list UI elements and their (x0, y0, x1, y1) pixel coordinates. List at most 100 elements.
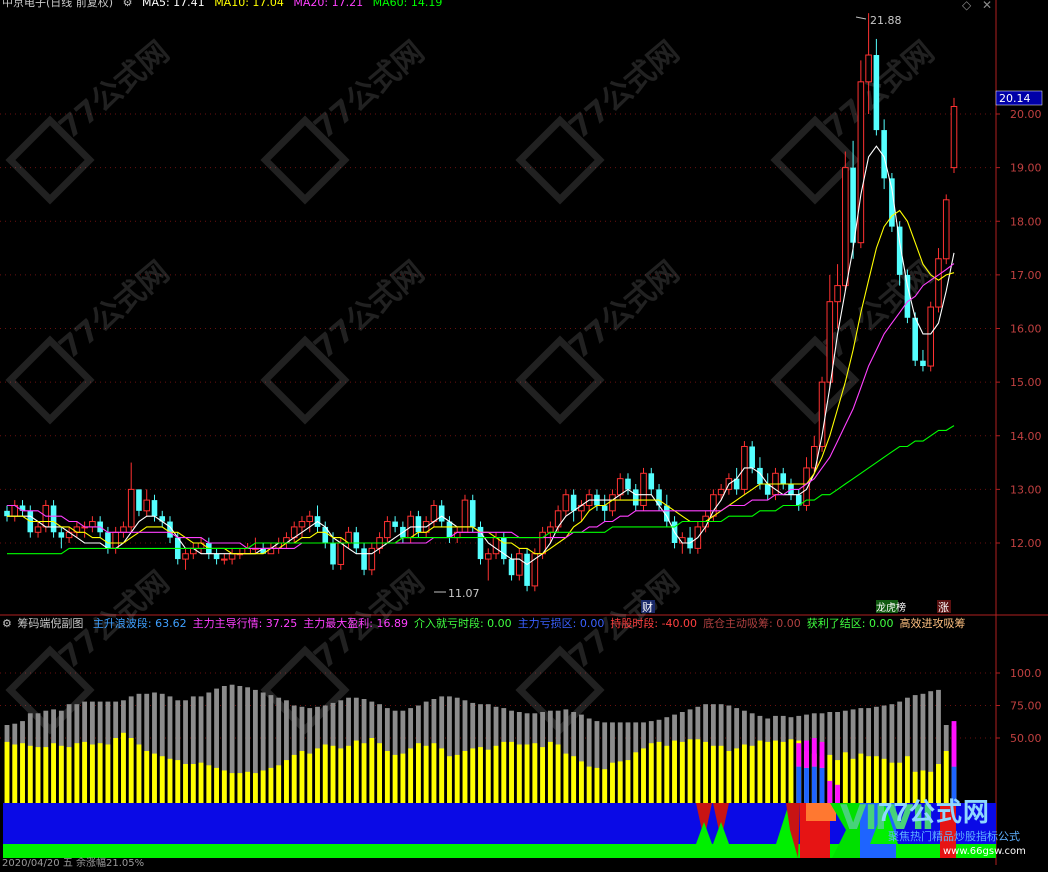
bar-yellow (524, 744, 530, 803)
bar-yellow (695, 739, 701, 803)
bar-yellow (687, 739, 693, 803)
bar-yellow (749, 745, 755, 803)
price-tick-label: 16.00 (1010, 323, 1042, 336)
bar-yellow (408, 748, 414, 803)
candle-body-down (648, 473, 655, 490)
candle-body-up (609, 494, 616, 512)
bar-yellow (734, 748, 740, 803)
watermark-url: www.66gsw.com (943, 846, 1026, 857)
band-orange-block (806, 803, 836, 821)
candle-body-up (942, 199, 950, 260)
price-tick-label: 15.00 (1010, 376, 1042, 389)
bar-yellow (12, 744, 18, 803)
tag-bang[interactable]: 龙虎榜 (876, 601, 906, 614)
candle-body-up (34, 526, 42, 533)
bar-yellow (423, 745, 429, 803)
bar-yellow (447, 756, 452, 803)
bar-yellow (105, 744, 111, 803)
bar-yellow (625, 760, 631, 803)
candle-body-up (562, 494, 570, 512)
bar-yellow (377, 743, 382, 803)
candle-body-up (337, 542, 345, 565)
candle-body-up (143, 499, 151, 512)
watermark-text: 77公式网 (818, 255, 941, 366)
price-tick-label: 14.00 (1010, 430, 1042, 443)
watermark-text: 77公式网 (308, 35, 431, 146)
candle-body-down (873, 55, 880, 131)
candle-body-down (780, 473, 787, 485)
bar-yellow (710, 745, 716, 803)
indicator-settings-icon[interactable]: ⚙ (2, 617, 12, 630)
candle-body-down (151, 500, 158, 517)
candle-body-down (508, 559, 515, 576)
bar-yellow (307, 753, 313, 803)
bar-yellow (369, 738, 375, 803)
bar-yellow (330, 745, 336, 803)
price-axis-ticks: 20.00 19.00 18.00 17.00 16.00 15.00 14.00 13.00… (996, 108, 1042, 550)
candle-body-up (547, 526, 554, 533)
candle-body-down (415, 516, 422, 533)
bar-yellow (788, 739, 794, 803)
watermark-text: 77公式网 (818, 35, 941, 146)
indicator-tick-label: 50.00 (1010, 732, 1042, 745)
bar-magenta (804, 740, 809, 768)
bar-yellow (89, 744, 95, 803)
candle-body-down (601, 505, 608, 511)
candle-body-up (228, 553, 236, 560)
bar-yellow (547, 741, 553, 803)
indicator-value-3: 介入就亏时段: 0.00 (413, 617, 512, 630)
candle-body-down (446, 521, 453, 538)
candle-body-down (136, 489, 142, 511)
candle-body-up (127, 488, 135, 528)
bar-yellow (656, 741, 662, 803)
bar-yellow (757, 740, 763, 803)
bar-magenta (951, 721, 957, 767)
candle-body-up (244, 547, 251, 555)
indicator-axis-ticks: 100.0 75.00 50.00 (996, 667, 1042, 745)
bar-yellow (338, 748, 344, 803)
bar-yellow (346, 745, 351, 803)
candle-body-up (857, 81, 865, 244)
bar-yellow (113, 738, 119, 803)
bar-yellow (780, 741, 786, 803)
bar-magenta (827, 780, 833, 803)
bar-yellow (159, 756, 165, 803)
bar-yellow (322, 744, 328, 803)
high-label: 21.88 (870, 14, 902, 27)
price-tick-label: 18.00 (1010, 215, 1042, 228)
bar-yellow (765, 741, 771, 803)
candle-body-up (298, 521, 306, 528)
watermark-text: 77公式网 (53, 35, 176, 146)
candle-body-down (469, 500, 476, 527)
candle-body-down (500, 537, 507, 560)
tag-cai[interactable]: 财 (642, 600, 653, 614)
candle-body-up (950, 105, 958, 169)
candle-body-up (120, 526, 127, 533)
bar-blue (819, 767, 825, 803)
bar-yellow (672, 740, 677, 803)
candle-body-down (438, 505, 445, 522)
bar-yellow (74, 743, 80, 803)
bar-yellow (35, 747, 41, 803)
candle-body-up (182, 553, 189, 560)
candle-body-down (632, 489, 639, 506)
bar-yellow (470, 748, 476, 803)
candle-body-down (392, 521, 398, 527)
bar-yellow (571, 756, 577, 803)
indicator-value-4: 主力亏损区: 0.00 (517, 617, 605, 630)
bar-yellow (493, 745, 499, 803)
bar-yellow (198, 762, 204, 803)
candle-body-down (105, 532, 111, 549)
candle-body-down (330, 543, 336, 565)
indicator-value-6: 底仓主动吸筹: 0.00 (703, 617, 801, 630)
watermark-tile: 77公式网 (515, 565, 686, 735)
candle-body-up (717, 488, 725, 496)
bar-yellow (299, 751, 305, 803)
bar-yellow (679, 741, 685, 803)
candle-body-up (516, 553, 523, 576)
stock-chart-window[interactable]: 中京电子(日线 前复权) ⚙ MA5: 17.41 MA10: 17.04 MA… (0, 0, 1048, 869)
bar-yellow (516, 744, 522, 803)
tag-zhang[interactable]: 涨 (938, 601, 949, 614)
bar-magenta (796, 743, 802, 767)
bar-magenta (811, 738, 817, 767)
